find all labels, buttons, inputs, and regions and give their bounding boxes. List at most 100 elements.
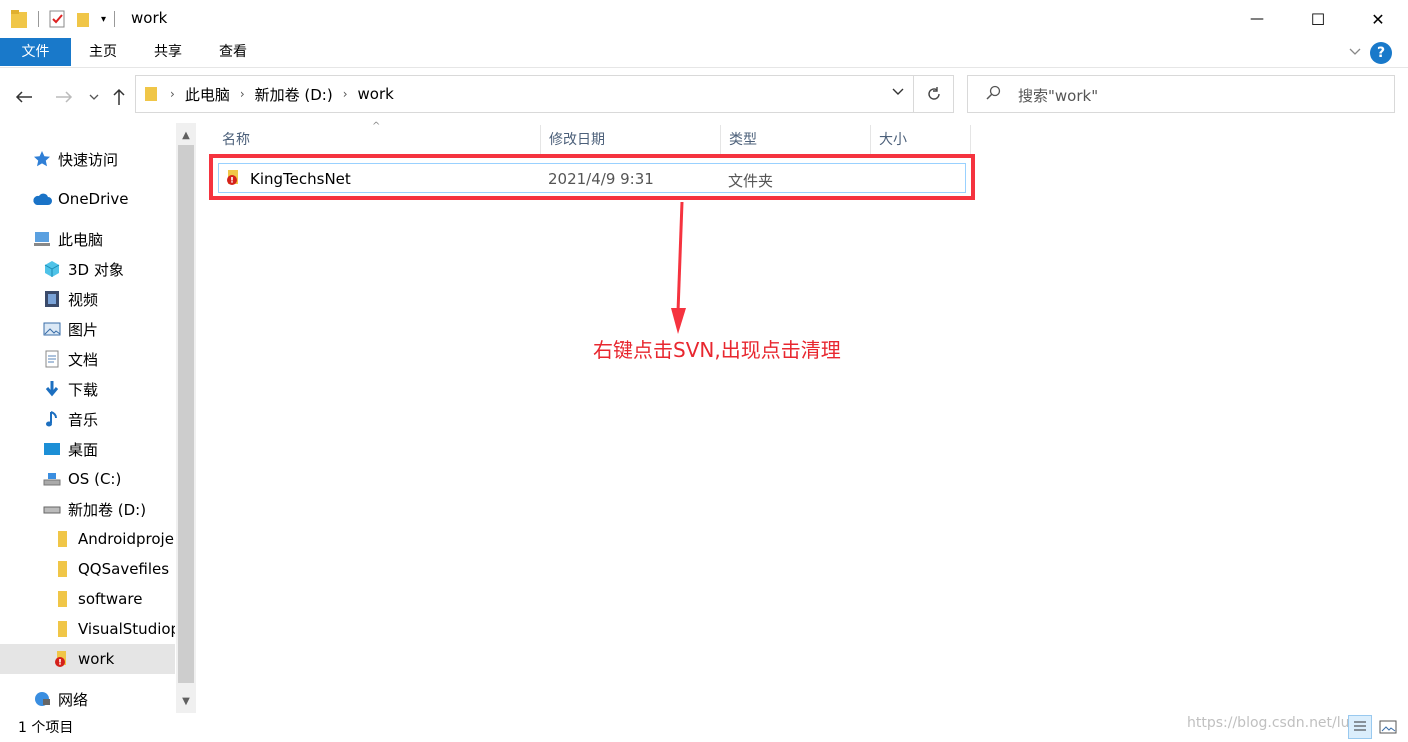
- sidebar-item-label: 图片: [68, 320, 99, 339]
- scroll-down-icon[interactable]: ▼: [176, 691, 196, 711]
- sidebar-item-this-pc[interactable]: 此电脑: [0, 224, 175, 254]
- quick-access-toolbar: ▾: [10, 8, 123, 30]
- refresh-icon: [927, 87, 940, 100]
- tab-home[interactable]: 主页: [78, 38, 128, 66]
- picture-icon: [42, 319, 62, 339]
- download-icon: [42, 379, 62, 399]
- expand-ribbon-icon[interactable]: [1348, 44, 1362, 62]
- sidebar-item-work[interactable]: work: [0, 644, 175, 674]
- navigation-bar: › 此电脑 › 新加卷 (D:) › work 搜索"work": [0, 69, 1408, 123]
- chevron-down-icon: [892, 88, 904, 95]
- column-header-size[interactable]: 大小: [871, 125, 971, 155]
- breadcrumb-work[interactable]: work: [352, 85, 400, 103]
- forward-button[interactable]: [52, 85, 76, 109]
- sidebar-scrollbar[interactable]: ▲ ▼: [176, 123, 196, 713]
- navigation-pane: 快速访问 OneDrive 此电脑 3D 对象 视频 图片 文档 下载 音乐 桌…: [0, 123, 196, 713]
- maximize-button[interactable]: ☐: [1295, 0, 1341, 38]
- sidebar-item-label: 文档: [68, 350, 99, 369]
- window-title: work: [131, 9, 168, 27]
- sidebar-item-visualstudiop[interactable]: VisualStudiop: [0, 614, 175, 644]
- tab-file[interactable]: 文件: [0, 38, 71, 66]
- music-icon: [42, 409, 62, 429]
- back-button[interactable]: [12, 85, 36, 109]
- sidebar-item-androidproje[interactable]: Androidproje: [0, 524, 175, 554]
- chevron-right-icon[interactable]: ›: [236, 87, 249, 101]
- sidebar-item-label: 下载: [68, 380, 99, 399]
- folder-icon: [52, 559, 72, 579]
- annotation-arrow-icon: [671, 201, 686, 334]
- sidebar-item-drive-d[interactable]: 新加卷 (D:): [0, 494, 175, 524]
- minimize-button[interactable]: —: [1234, 0, 1280, 38]
- folder-icon: [144, 85, 158, 103]
- desktop-icon: [42, 439, 62, 459]
- up-button[interactable]: [107, 85, 131, 109]
- sidebar-item-quick-access[interactable]: 快速访问: [0, 144, 175, 174]
- sidebar-item-label: 桌面: [68, 440, 99, 459]
- sidebar-item-network[interactable]: 网络: [0, 684, 175, 714]
- annotation-highlight-box: [209, 154, 975, 200]
- sidebar-item-drive-c[interactable]: OS (C:): [0, 464, 175, 494]
- sidebar-item-label: software: [78, 590, 143, 608]
- ribbon: 文件 主页 共享 查看 ?: [0, 38, 1408, 68]
- folder-app-icon: [10, 9, 28, 29]
- details-view-icon: [1354, 721, 1366, 731]
- item-count: 1 个项目: [18, 720, 74, 736]
- sidebar-item-videos[interactable]: 视频: [0, 284, 175, 314]
- folder-icon: [52, 589, 72, 609]
- tab-view[interactable]: 查看: [208, 38, 258, 66]
- up-arrow-icon: [113, 88, 125, 105]
- refresh-button[interactable]: [913, 76, 953, 112]
- sidebar-item-downloads[interactable]: 下载: [0, 374, 175, 404]
- sidebar-item-label: Androidproje: [78, 530, 174, 548]
- search-box[interactable]: 搜索"work": [967, 75, 1395, 113]
- large-icons-view-button[interactable]: [1376, 715, 1400, 739]
- sidebar-item-label: 3D 对象: [68, 260, 124, 279]
- search-icon: [986, 85, 1002, 105]
- sidebar-item-qqsavefiles[interactable]: QQSavefiles: [0, 554, 175, 584]
- title-bar: ▾ work — ☐ ✕: [0, 0, 1408, 38]
- sidebar-item-documents[interactable]: 文档: [0, 344, 175, 374]
- watermark: https://blog.csdn.net/lu...: [1187, 715, 1363, 731]
- video-icon: [42, 289, 62, 309]
- sidebar-item-desktop[interactable]: 桌面: [0, 434, 175, 464]
- sidebar-item-software[interactable]: software: [0, 584, 175, 614]
- help-icon[interactable]: ?: [1370, 42, 1392, 64]
- network-icon: [32, 689, 52, 709]
- svn-folder-icon: [52, 649, 72, 669]
- sidebar-item-music[interactable]: 音乐: [0, 404, 175, 434]
- scrollbar-thumb[interactable]: [178, 145, 194, 683]
- address-bar[interactable]: › 此电脑 › 新加卷 (D:) › work: [135, 75, 954, 113]
- column-header-modified[interactable]: 修改日期: [541, 125, 721, 155]
- annotation-text: 右键点击SVN,出现点击清理: [593, 338, 841, 362]
- drive-icon: [42, 499, 62, 519]
- folder-icon: [52, 619, 72, 639]
- folder-icon: [52, 529, 72, 549]
- column-header-name[interactable]: 名称: [214, 125, 541, 155]
- sidebar-item-3d-objects[interactable]: 3D 对象: [0, 254, 175, 284]
- sidebar-item-label: OneDrive: [58, 190, 129, 208]
- column-header-type[interactable]: 类型: [721, 125, 871, 155]
- cloud-icon: [32, 189, 52, 209]
- computer-icon: [32, 229, 52, 249]
- properties-icon[interactable]: [49, 10, 65, 28]
- details-view-button[interactable]: [1348, 715, 1372, 739]
- document-icon: [42, 349, 62, 369]
- chevron-right-icon[interactable]: ›: [166, 87, 179, 101]
- scroll-up-icon[interactable]: ▲: [176, 125, 196, 145]
- recent-locations-button[interactable]: [82, 85, 106, 109]
- new-folder-icon[interactable]: [75, 10, 91, 28]
- sidebar-item-label: 快速访问: [58, 150, 119, 169]
- sidebar-item-onedrive[interactable]: OneDrive: [0, 184, 175, 214]
- address-history-dropdown[interactable]: [891, 84, 905, 102]
- close-button[interactable]: ✕: [1355, 0, 1401, 38]
- maximize-icon: ☐: [1310, 9, 1326, 29]
- tab-share[interactable]: 共享: [143, 38, 193, 66]
- sidebar-item-pictures[interactable]: 图片: [0, 314, 175, 344]
- chevron-right-icon[interactable]: ›: [339, 87, 352, 101]
- breadcrumb-this-pc[interactable]: 此电脑: [179, 84, 236, 105]
- star-icon: [32, 149, 52, 169]
- sidebar-item-label: 网络: [58, 690, 89, 709]
- breadcrumb-drive-d[interactable]: 新加卷 (D:): [249, 84, 339, 105]
- customize-dropdown-icon[interactable]: ▾: [101, 14, 106, 25]
- close-icon: ✕: [1371, 9, 1385, 29]
